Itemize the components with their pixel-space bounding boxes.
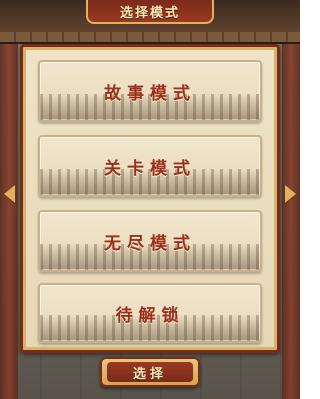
mode-select-title: 选择模式 — [86, 0, 214, 24]
arrow-right-icon[interactable] — [285, 185, 296, 203]
level-mode-button[interactable]: 关卡模式 — [38, 135, 262, 197]
left-pillar — [0, 44, 18, 399]
arrow-left-icon[interactable] — [4, 185, 15, 203]
endless-mode-button[interactable]: 无尽模式 — [38, 210, 262, 272]
game-screen: 选择模式 故事模式 关卡模式 无尽模式 待解锁 选择 — [0, 0, 300, 399]
select-button[interactable]: 选择 — [100, 357, 200, 387]
endless-mode-label: 无尽模式 — [104, 233, 196, 254]
story-mode-label: 故事模式 — [104, 83, 196, 104]
level-mode-label: 关卡模式 — [104, 158, 196, 179]
locked-mode-label: 待解锁 — [115, 305, 185, 326]
story-mode-button[interactable]: 故事模式 — [38, 60, 262, 122]
right-pillar — [282, 44, 300, 399]
select-button-label: 选择 — [107, 362, 193, 382]
locked-mode-button[interactable]: 待解锁 — [38, 283, 262, 343]
